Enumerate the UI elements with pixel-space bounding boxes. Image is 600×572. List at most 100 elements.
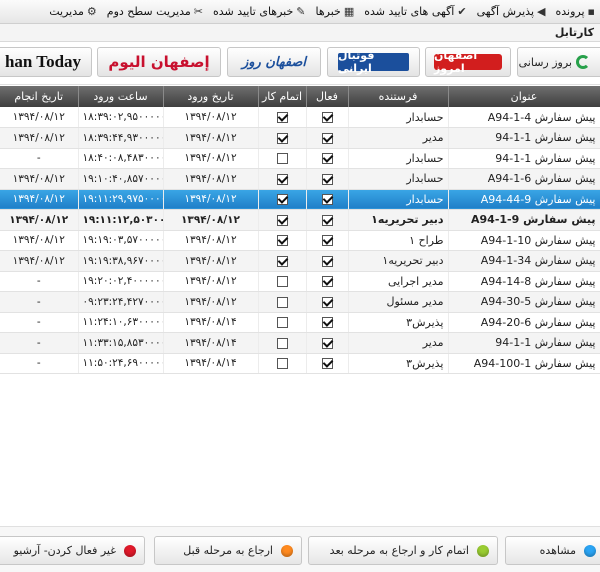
logo-esfahan-rooz-button[interactable]: اصفهان روز (227, 47, 321, 77)
done-checkbox[interactable] (276, 317, 288, 329)
done-checkbox[interactable] (276, 337, 288, 349)
done-checkbox[interactable] (276, 255, 288, 267)
cell-title: پیش سفارش 9-1-A94 (448, 209, 600, 231)
logo-esfahan-alyoum-button[interactable]: إصفهان اليوم (97, 47, 221, 77)
cell-time-in: ۱۱:۵۰:۲۴,۶۹۰۰۰۰۰ (78, 353, 164, 374)
menu-approved-news[interactable]: ✎ خبرهای تایید شده (208, 5, 310, 18)
cell-title: پیش سفارش 1-100-A94 (448, 353, 600, 374)
active-checkbox[interactable] (321, 317, 333, 329)
cell-done (258, 168, 307, 190)
done-checkbox[interactable] (276, 214, 288, 226)
cell-sender: حسابدار (348, 168, 449, 190)
table-row[interactable]: -۰۹:۲۳:۲۴,۴۲۷۰۰۰۰ ۱۳۹۴/۰۸/۱۲ مدیر مسئول پیش… (0, 291, 600, 313)
table-row[interactable]: ۱۳۹۴/۰۸/۱۲ ۱۹:۱۱:۲۹,۹۷۵۰۰۰۰ ۱۳۹۴/۰۸/۱۲ حساب… (0, 189, 600, 210)
cell-title: پیش سفارش 9-44-A94 (448, 189, 600, 210)
column-date-in[interactable]: تاریخ ورود (163, 86, 259, 107)
deactivate-archive-button[interactable]: غیر فعال کردن- آرشیو (0, 536, 145, 565)
column-done[interactable]: اتمام کار (258, 86, 307, 107)
cell-time-in: ۱۹:۱۱:۲۹,۹۷۵۰۰۰۰ (78, 189, 164, 210)
menu-management[interactable]: ⚙ مدیریت (44, 5, 102, 18)
done-checkbox[interactable] (276, 194, 288, 206)
column-title[interactable]: عنوان (448, 86, 600, 107)
finish-forward-button[interactable]: اتمام کار و ارجاع به مرحله بعد (308, 536, 498, 565)
table-row[interactable]: -۱۱:۳۳:۱۵,۸۵۳۰۰۰۰ ۱۳۹۴/۰۸/۱۴ مدیر پیش سفارش… (0, 332, 600, 354)
active-checkbox[interactable] (321, 235, 333, 247)
deactivate-archive-label: غیر فعال کردن- آرشیو (13, 544, 116, 557)
cell-date-in: ۱۳۹۴/۰۸/۱۲ (163, 271, 259, 292)
done-checkbox[interactable] (276, 132, 288, 144)
cell-done (258, 148, 307, 169)
active-checkbox[interactable] (321, 337, 333, 349)
done-checkbox[interactable] (276, 112, 288, 123)
table-row[interactable]: -۱۹:۲۰:۰۲,۴۰۰۰۰۰۰ ۱۳۹۴/۰۸/۱۲ مدیر اجرایی پی… (0, 271, 600, 292)
menu-news-label: خبرها (315, 5, 341, 18)
cell-title: پیش سفارش 1-1-94 (448, 148, 600, 169)
menu-approved-ads[interactable]: ✔ آگهی های تایید شده (359, 5, 471, 18)
menu-level2-management[interactable]: ✂ مدیریت سطح دوم (102, 5, 208, 18)
table-row[interactable]: ۱۳۹۴/۰۸/۱۲ ۱۸:۳۹:۴۴,۹۳۰۰۰۰۰ ۱۳۹۴/۰۸/۱۲ مدیر… (0, 127, 600, 149)
table-row[interactable]: ۱۳۹۴/۰۸/۱۲ ۱۹:۱۰:۴۰,۸۵۷۰۰۰۰ ۱۳۹۴/۰۸/۱۲ حساب… (0, 168, 600, 190)
cell-sender: مدیر (348, 127, 449, 149)
table-row[interactable]: -۱۱:۲۴:۱۰,۶۳۰۰۰۰۰ ۱۳۹۴/۰۸/۱۴ پذیرش۳ پیش سفا… (0, 312, 600, 333)
cell-title: پیش سفارش 1-1-94 (448, 332, 600, 354)
return-previous-dot-icon (281, 544, 293, 557)
done-checkbox[interactable] (276, 276, 288, 288)
cell-date-in: ۱۳۹۴/۰۸/۱۲ (163, 209, 259, 231)
menu-file[interactable]: ▪ پرونده (550, 5, 600, 18)
column-time-in[interactable]: ساعت ورود (78, 86, 164, 107)
done-checkbox[interactable] (276, 358, 288, 370)
cell-done (258, 250, 307, 272)
cell-done (258, 107, 307, 128)
logo-esfahan-today-button[interactable]: han Today (0, 47, 92, 77)
active-checkbox[interactable] (321, 153, 333, 165)
menu-ad-intake[interactable]: ◀ پذیرش آگهی (472, 5, 551, 18)
menu-news[interactable]: ▦ خبرها (311, 5, 360, 18)
active-checkbox[interactable] (321, 358, 333, 370)
menu-approved-ads-label: آگهی های تایید شده (364, 5, 455, 18)
check-icon: ✔ (457, 5, 467, 18)
cell-sender: مدیر مسئول (348, 291, 449, 313)
table-header: تاریخ انجام ساعت ورود تاریخ ورود اتمام ک… (0, 86, 600, 107)
view-dot-icon (584, 544, 596, 557)
logo-esfahan-emrooz-button[interactable]: اصفهان امروز (425, 47, 511, 77)
column-sender[interactable]: فرستنده (348, 86, 449, 107)
view-button[interactable]: مشاهده (505, 536, 600, 565)
refresh-button[interactable]: بروز رسانی (517, 47, 600, 77)
table-row[interactable]: ۱۳۹۴/۰۸/۱۲ ۱۹:۱۹:۳۸,۹۶۷۰۰۰۰ ۱۳۹۴/۰۸/۱۲ دبیر… (0, 250, 600, 272)
menu-approved-news-label: خبرهای تایید شده (213, 5, 294, 18)
approved-news-icon: ✎ (296, 5, 306, 18)
active-checkbox[interactable] (321, 173, 333, 185)
cell-date-in: ۱۳۹۴/۰۸/۱۲ (163, 291, 259, 313)
table-row[interactable]: ۱۳۹۴/۰۸/۱۲ ۱۸:۳۹:۰۲,۹۵۰۰۰۰۰ ۱۳۹۴/۰۸/۱۲ حساب… (0, 107, 600, 128)
table-row[interactable]: -۱۸:۴۰:۰۸,۴۸۳۰۰۰۰ ۱۳۹۴/۰۸/۱۲ حسابدار پیش سف… (0, 148, 600, 169)
publication-toolbar: بروز رسانی اصفهان امروز فوتبال ایرانی اص… (0, 42, 600, 85)
cell-done (258, 230, 307, 251)
done-checkbox[interactable] (276, 173, 288, 185)
done-checkbox[interactable] (276, 153, 288, 165)
page-title: کارتابل (0, 24, 600, 42)
active-checkbox[interactable] (321, 112, 333, 123)
logo-football-irani: فوتبال ایرانی (338, 49, 409, 75)
column-date-done[interactable]: تاریخ انجام (0, 86, 79, 107)
active-checkbox[interactable] (321, 296, 333, 308)
active-checkbox[interactable] (321, 132, 333, 144)
column-active[interactable]: فعال (306, 86, 349, 107)
return-previous-button[interactable]: ارجاع به مرحله قبل (154, 536, 302, 565)
logo-football-irani-button[interactable]: فوتبال ایرانی (327, 47, 420, 77)
deactivate-archive-dot-icon (124, 544, 136, 557)
table-row[interactable]: -۱۱:۵۰:۲۴,۶۹۰۰۰۰۰ ۱۳۹۴/۰۸/۱۴ پذیرش۳ پیش سفا… (0, 353, 600, 374)
refresh-label: بروز رسانی (518, 55, 572, 69)
active-checkbox[interactable] (321, 255, 333, 267)
cell-active (306, 148, 349, 169)
active-checkbox[interactable] (321, 214, 333, 226)
active-checkbox[interactable] (321, 276, 333, 288)
cell-active (306, 353, 349, 374)
cell-sender: مدیر اجرایی (348, 271, 449, 292)
active-checkbox[interactable] (321, 194, 333, 206)
done-checkbox[interactable] (276, 296, 288, 308)
table-row[interactable]: ۱۳۹۴/۰۸/۱۲۱۹:۱۱:۱۲,۵۰۳۰۰۰۰۱۳۹۴/۰۸/۱۲ دبیر… (0, 209, 600, 231)
menu-level2-management-label: مدیریت سطح دوم (106, 5, 191, 18)
cell-done (258, 291, 307, 313)
table-row[interactable]: ۱۳۹۴/۰۸/۱۲ ۱۹:۱۹:۰۳,۵۷۰۰۰۰۰ ۱۳۹۴/۰۸/۱۲ طراح… (0, 230, 600, 251)
done-checkbox[interactable] (276, 235, 288, 247)
